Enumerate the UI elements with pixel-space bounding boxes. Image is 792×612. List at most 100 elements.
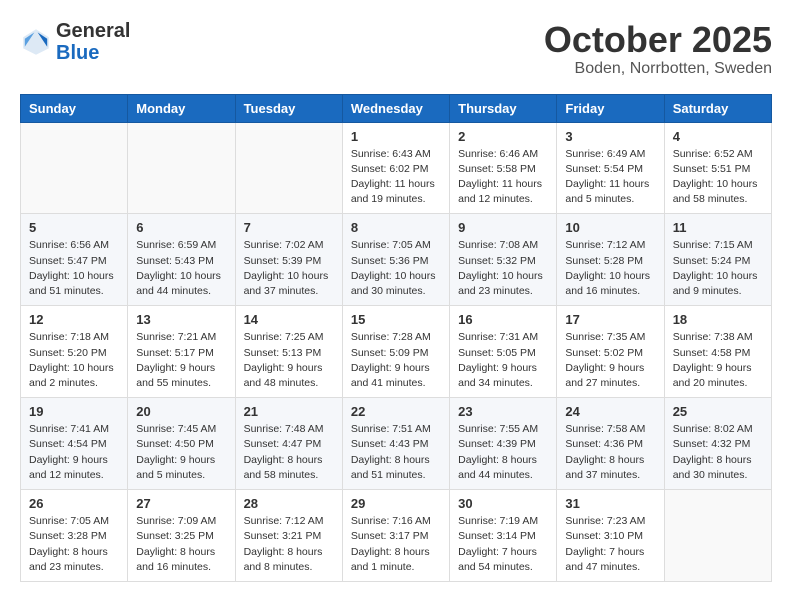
day-number: 31 bbox=[565, 496, 655, 511]
day-number: 12 bbox=[29, 312, 119, 327]
day-info: Sunrise: 6:49 AM Sunset: 5:54 PM Dayligh… bbox=[565, 147, 655, 208]
calendar-day-7: 7 Sunrise: 7:02 AM Sunset: 5:39 PM Daylig… bbox=[235, 214, 342, 306]
day-number: 27 bbox=[136, 496, 226, 511]
calendar-day-28: 28 Sunrise: 7:12 AM Sunset: 3:21 PM Dayli… bbox=[235, 490, 342, 582]
day-number: 25 bbox=[673, 404, 763, 419]
calendar-week-1: 1 Sunrise: 6:43 AM Sunset: 6:02 PM Daylig… bbox=[21, 122, 772, 214]
calendar-day-15: 15 Sunrise: 7:28 AM Sunset: 5:09 PM Dayli… bbox=[342, 306, 449, 398]
month-title: October 2025 bbox=[544, 20, 772, 60]
empty-cell bbox=[21, 122, 128, 214]
day-info: Sunrise: 7:05 AM Sunset: 3:28 PM Dayligh… bbox=[29, 514, 119, 575]
day-number: 17 bbox=[565, 312, 655, 327]
day-number: 16 bbox=[458, 312, 548, 327]
day-info: Sunrise: 7:45 AM Sunset: 4:50 PM Dayligh… bbox=[136, 422, 226, 483]
day-info: Sunrise: 7:48 AM Sunset: 4:47 PM Dayligh… bbox=[244, 422, 334, 483]
calendar-day-2: 2Sunrise: 6:46 AM Sunset: 5:58 PM Daylig… bbox=[450, 122, 557, 214]
day-info: Sunrise: 7:31 AM Sunset: 5:05 PM Dayligh… bbox=[458, 330, 548, 391]
day-info: Sunrise: 7:41 AM Sunset: 4:54 PM Dayligh… bbox=[29, 422, 119, 483]
logo-blue: Blue bbox=[56, 42, 130, 64]
day-number: 23 bbox=[458, 404, 548, 419]
calendar-day-26: 26 Sunrise: 7:05 AM Sunset: 3:28 PM Dayli… bbox=[21, 490, 128, 582]
day-info: Sunrise: 7:38 AM Sunset: 4:58 PM Dayligh… bbox=[673, 330, 763, 391]
day-number: 29 bbox=[351, 496, 441, 511]
day-info: Sunrise: 7:23 AM Sunset: 3:10 PM Dayligh… bbox=[565, 514, 655, 575]
weekday-header-sunday: Sunday bbox=[21, 94, 128, 122]
calendar-day-12: 12 Sunrise: 7:18 AM Sunset: 5:20 PM Dayli… bbox=[21, 306, 128, 398]
day-number: 8 bbox=[351, 220, 441, 235]
calendar-day-20: 20 Sunrise: 7:45 AM Sunset: 4:50 PM Dayli… bbox=[128, 398, 235, 490]
day-number: 14 bbox=[244, 312, 334, 327]
day-info: Sunrise: 7:09 AM Sunset: 3:25 PM Dayligh… bbox=[136, 514, 226, 575]
day-info: Sunrise: 7:25 AM Sunset: 5:13 PM Dayligh… bbox=[244, 330, 334, 391]
day-number: 21 bbox=[244, 404, 334, 419]
page-header: General Blue October 2025 Boden, Norrbot… bbox=[20, 20, 772, 78]
day-info: Sunrise: 7:21 AM Sunset: 5:17 PM Dayligh… bbox=[136, 330, 226, 391]
calendar-day-17: 17 Sunrise: 7:35 AM Sunset: 5:02 PM Dayli… bbox=[557, 306, 664, 398]
calendar-day-8: 8 Sunrise: 7:05 AM Sunset: 5:36 PM Daylig… bbox=[342, 214, 449, 306]
day-number: 5 bbox=[29, 220, 119, 235]
location: Boden, Norrbotten, Sweden bbox=[544, 60, 772, 78]
weekday-header-row: SundayMondayTuesdayWednesdayThursdayFrid… bbox=[21, 94, 772, 122]
calendar-day-4: 4Sunrise: 6:52 AM Sunset: 5:51 PM Daylig… bbox=[664, 122, 771, 214]
day-info: Sunrise: 7:55 AM Sunset: 4:39 PM Dayligh… bbox=[458, 422, 548, 483]
calendar-day-9: 9Sunrise: 7:08 AM Sunset: 5:32 PM Daylig… bbox=[450, 214, 557, 306]
calendar-day-5: 5Sunrise: 6:56 AM Sunset: 5:47 PM Daylig… bbox=[21, 214, 128, 306]
calendar-week-3: 12 Sunrise: 7:18 AM Sunset: 5:20 PM Dayli… bbox=[21, 306, 772, 398]
logo-icon bbox=[20, 26, 52, 58]
day-number: 7 bbox=[244, 220, 334, 235]
day-number: 24 bbox=[565, 404, 655, 419]
empty-cell bbox=[235, 122, 342, 214]
calendar-day-3: 3Sunrise: 6:49 AM Sunset: 5:54 PM Daylig… bbox=[557, 122, 664, 214]
weekday-header-saturday: Saturday bbox=[664, 94, 771, 122]
day-number: 11 bbox=[673, 220, 763, 235]
day-info: Sunrise: 8:02 AM Sunset: 4:32 PM Dayligh… bbox=[673, 422, 763, 483]
day-number: 22 bbox=[351, 404, 441, 419]
day-number: 19 bbox=[29, 404, 119, 419]
day-info: Sunrise: 7:18 AM Sunset: 5:20 PM Dayligh… bbox=[29, 330, 119, 391]
day-number: 30 bbox=[458, 496, 548, 511]
day-number: 13 bbox=[136, 312, 226, 327]
day-info: Sunrise: 7:19 AM Sunset: 3:14 PM Dayligh… bbox=[458, 514, 548, 575]
calendar-table: SundayMondayTuesdayWednesdayThursdayFrid… bbox=[20, 94, 772, 582]
calendar-day-19: 19 Sunrise: 7:41 AM Sunset: 4:54 PM Dayli… bbox=[21, 398, 128, 490]
day-info: Sunrise: 7:58 AM Sunset: 4:36 PM Dayligh… bbox=[565, 422, 655, 483]
weekday-header-friday: Friday bbox=[557, 94, 664, 122]
day-number: 15 bbox=[351, 312, 441, 327]
calendar-day-24: 24 Sunrise: 7:58 AM Sunset: 4:36 PM Dayli… bbox=[557, 398, 664, 490]
logo-general: General bbox=[56, 20, 130, 42]
day-number: 20 bbox=[136, 404, 226, 419]
day-info: Sunrise: 7:28 AM Sunset: 5:09 PM Dayligh… bbox=[351, 330, 441, 391]
logo: General Blue bbox=[20, 20, 130, 64]
calendar-day-25: 25 Sunrise: 8:02 AM Sunset: 4:32 PM Dayli… bbox=[664, 398, 771, 490]
day-info: Sunrise: 7:05 AM Sunset: 5:36 PM Dayligh… bbox=[351, 238, 441, 299]
empty-cell bbox=[128, 122, 235, 214]
calendar-day-27: 27 Sunrise: 7:09 AM Sunset: 3:25 PM Dayli… bbox=[128, 490, 235, 582]
calendar-day-13: 13 Sunrise: 7:21 AM Sunset: 5:17 PM Dayli… bbox=[128, 306, 235, 398]
weekday-header-tuesday: Tuesday bbox=[235, 94, 342, 122]
calendar-day-21: 21 Sunrise: 7:48 AM Sunset: 4:47 PM Dayli… bbox=[235, 398, 342, 490]
day-info: Sunrise: 7:02 AM Sunset: 5:39 PM Dayligh… bbox=[244, 238, 334, 299]
weekday-header-monday: Monday bbox=[128, 94, 235, 122]
day-info: Sunrise: 6:43 AM Sunset: 6:02 PM Dayligh… bbox=[351, 147, 441, 208]
calendar-day-30: 30 Sunrise: 7:19 AM Sunset: 3:14 PM Dayli… bbox=[450, 490, 557, 582]
calendar-day-14: 14 Sunrise: 7:25 AM Sunset: 5:13 PM Dayli… bbox=[235, 306, 342, 398]
day-info: Sunrise: 7:15 AM Sunset: 5:24 PM Dayligh… bbox=[673, 238, 763, 299]
calendar-day-1: 1 Sunrise: 6:43 AM Sunset: 6:02 PM Daylig… bbox=[342, 122, 449, 214]
calendar-day-10: 10Sunrise: 7:12 AM Sunset: 5:28 PM Dayli… bbox=[557, 214, 664, 306]
day-number: 28 bbox=[244, 496, 334, 511]
weekday-header-thursday: Thursday bbox=[450, 94, 557, 122]
calendar-week-5: 26 Sunrise: 7:05 AM Sunset: 3:28 PM Dayli… bbox=[21, 490, 772, 582]
day-number: 10 bbox=[565, 220, 655, 235]
calendar-week-2: 5Sunrise: 6:56 AM Sunset: 5:47 PM Daylig… bbox=[21, 214, 772, 306]
calendar-day-6: 6Sunrise: 6:59 AM Sunset: 5:43 PM Daylig… bbox=[128, 214, 235, 306]
day-number: 26 bbox=[29, 496, 119, 511]
day-info: Sunrise: 7:12 AM Sunset: 3:21 PM Dayligh… bbox=[244, 514, 334, 575]
calendar-day-22: 22Sunrise: 7:51 AM Sunset: 4:43 PM Dayli… bbox=[342, 398, 449, 490]
calendar-week-4: 19 Sunrise: 7:41 AM Sunset: 4:54 PM Dayli… bbox=[21, 398, 772, 490]
calendar-day-16: 16 Sunrise: 7:31 AM Sunset: 5:05 PM Dayli… bbox=[450, 306, 557, 398]
day-number: 1 bbox=[351, 129, 441, 144]
day-number: 18 bbox=[673, 312, 763, 327]
calendar-day-11: 11 Sunrise: 7:15 AM Sunset: 5:24 PM Dayli… bbox=[664, 214, 771, 306]
day-info: Sunrise: 7:35 AM Sunset: 5:02 PM Dayligh… bbox=[565, 330, 655, 391]
day-info: Sunrise: 6:59 AM Sunset: 5:43 PM Dayligh… bbox=[136, 238, 226, 299]
